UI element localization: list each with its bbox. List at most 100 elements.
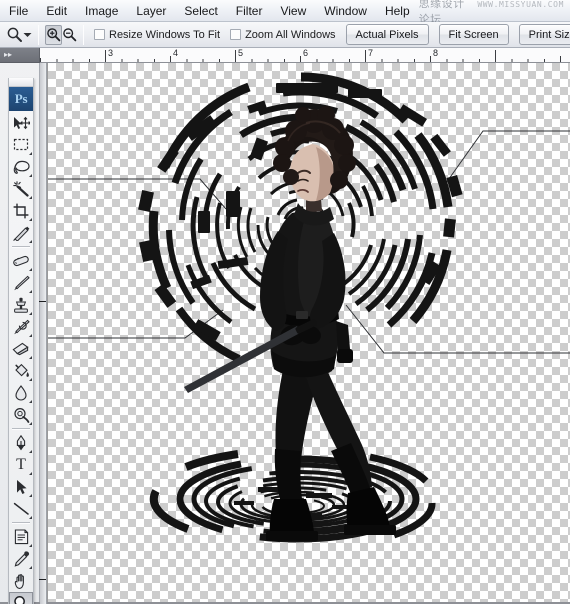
menu-filter[interactable]: Filter	[228, 2, 271, 20]
hand-tool[interactable]	[9, 570, 33, 592]
flyout-triangle-icon	[29, 240, 32, 243]
photoshop-logo: Ps	[9, 87, 33, 111]
move-tool[interactable]	[9, 112, 33, 134]
flyout-triangle-icon	[29, 422, 32, 425]
flyout-triangle-icon	[29, 378, 32, 381]
line-tool[interactable]	[9, 498, 33, 520]
menu-image[interactable]: Image	[77, 2, 126, 20]
flyout-triangle-icon	[29, 334, 32, 337]
callout-line-bottom-right	[345, 304, 570, 354]
ruler-label-3: 3	[108, 48, 114, 58]
toolbar-divider-2	[12, 428, 30, 430]
menu-view[interactable]: View	[272, 2, 314, 20]
magic-wand-tool-icon	[12, 181, 29, 197]
checkbox-resize-windows-to-fit[interactable]: Resize Windows To Fit	[94, 29, 220, 41]
toolbar-divider-3	[12, 522, 30, 524]
vertical-ruler[interactable]	[39, 63, 47, 604]
document-canvas[interactable]	[48, 63, 570, 604]
slice-tool[interactable]	[9, 222, 33, 244]
lasso-tool[interactable]	[9, 156, 33, 178]
zoom-tool-icon	[14, 596, 25, 604]
checkbox-resize-windows-to-fit-box[interactable]	[94, 29, 105, 40]
ruler-corner[interactable]: ▸▸	[0, 48, 40, 63]
path-selection-arrow-icon	[16, 480, 27, 494]
photoshop-window: File Edit Image Layer Select Filter View…	[0, 0, 570, 604]
flyout-triangle-icon	[29, 268, 32, 271]
toolbar-divider-1	[12, 246, 30, 248]
crop-tool-icon	[13, 203, 29, 219]
flyout-triangle-icon	[29, 516, 32, 519]
menu-help[interactable]: Help	[377, 2, 418, 20]
slice-tool-icon	[12, 226, 29, 241]
menu-bar: File Edit Image Layer Select Filter View…	[0, 0, 570, 26]
canvas-artwork	[48, 72, 570, 543]
flyout-triangle-icon	[29, 174, 32, 177]
eyedropper-tool[interactable]	[9, 548, 33, 570]
flyout-triangle-icon	[29, 544, 32, 547]
flyout-triangle-icon	[29, 152, 32, 155]
vertical-ruler-mark-2	[39, 579, 46, 580]
eyedropper-tool-icon	[14, 551, 29, 567]
tool-preset-chevron-down-icon[interactable]	[23, 25, 32, 45]
menu-window[interactable]: Window	[316, 2, 375, 20]
history-brush-tool-icon	[13, 319, 30, 335]
clone-stamp-tool[interactable]	[9, 294, 33, 316]
gradient-tool[interactable]	[9, 360, 33, 382]
active-tool-indicator-zoom-icon[interactable]	[6, 25, 23, 45]
flyout-triangle-icon	[29, 290, 32, 293]
menu-edit[interactable]: Edit	[38, 2, 75, 20]
blur-tool[interactable]	[9, 382, 33, 404]
flyout-triangle-icon	[29, 312, 32, 315]
crop-tool[interactable]	[9, 200, 33, 222]
checkbox-zoom-all-windows[interactable]: Zoom All Windows	[230, 29, 336, 41]
eraser-tool[interactable]	[9, 338, 33, 360]
ruler-label-6: 6	[303, 48, 309, 58]
tools-panel-grip[interactable]	[9, 78, 33, 87]
notes-tool-icon	[14, 529, 28, 545]
pen-tool-icon	[16, 435, 26, 451]
zoom-out-button[interactable]	[62, 25, 77, 45]
dodge-tool-icon	[13, 407, 29, 423]
dodge-tool[interactable]	[9, 404, 33, 426]
notes-tool[interactable]	[9, 526, 33, 548]
ruler-label-8: 8	[433, 48, 439, 58]
checkbox-zoom-all-windows-box[interactable]	[230, 29, 242, 40]
work-area: 3 4 5 6 7 8 ▸▸ Ps T	[0, 48, 570, 604]
print-size-button[interactable]: Print Size	[518, 24, 570, 45]
pen-tool[interactable]	[9, 432, 33, 454]
zoom-tool[interactable]	[9, 592, 33, 604]
ruler-label-5: 5	[238, 48, 244, 58]
ruler-label-7: 7	[368, 48, 374, 58]
options-separator-2	[83, 24, 84, 45]
healing-brush-tool[interactable]	[9, 250, 33, 272]
menu-layer[interactable]: Layer	[128, 2, 174, 20]
menu-select[interactable]: Select	[176, 2, 225, 20]
healing-brush-tool-icon	[13, 255, 29, 267]
brush-tool[interactable]	[9, 272, 33, 294]
ruler-origin-icon: ▸▸	[4, 50, 13, 59]
rectangular-marquee-tool-icon	[13, 138, 28, 151]
flyout-triangle-icon	[29, 494, 32, 497]
watermark-url: WWW.MISSYUAN.COM	[477, 0, 564, 9]
options-bar: Resize Windows To Fit Zoom All Windows A…	[0, 22, 570, 48]
magic-wand-tool[interactable]	[9, 178, 33, 200]
zoom-in-button[interactable]	[45, 24, 62, 45]
eraser-tool-icon	[12, 342, 29, 356]
type-tool[interactable]: T	[9, 454, 33, 476]
rectangular-marquee-tool[interactable]	[9, 134, 33, 156]
blur-tool-droplet-icon	[15, 385, 27, 401]
path-selection-tool[interactable]	[9, 476, 33, 498]
type-tool-icon: T	[16, 456, 26, 473]
tools-list: T	[9, 111, 33, 604]
menu-file[interactable]: File	[1, 2, 36, 20]
flyout-triangle-icon	[29, 566, 32, 569]
fit-screen-button[interactable]: Fit Screen	[438, 24, 509, 45]
options-separator-1	[38, 24, 39, 45]
clone-stamp-tool-icon	[14, 297, 28, 313]
flyout-triangle-icon	[29, 218, 32, 221]
actual-pixels-button[interactable]: Actual Pixels	[345, 24, 429, 45]
horizontal-ruler[interactable]: 3 4 5 6 7 8	[40, 48, 570, 63]
flyout-triangle-icon	[29, 196, 32, 199]
history-brush-tool[interactable]	[9, 316, 33, 338]
paint-bucket-tool-icon	[14, 363, 29, 377]
